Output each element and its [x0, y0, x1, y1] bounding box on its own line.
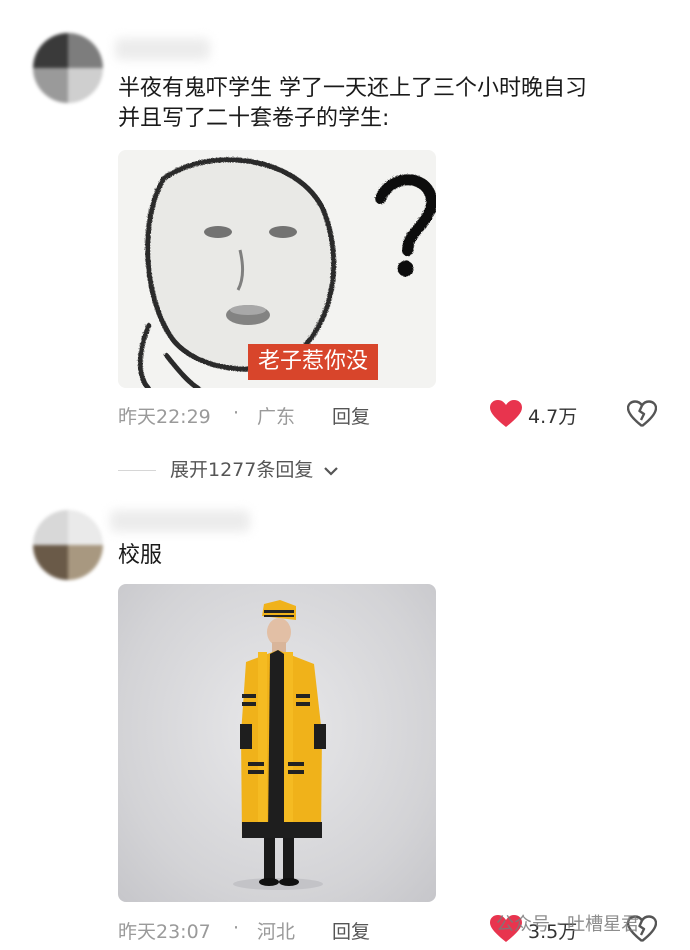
avatar[interactable]: [33, 510, 103, 580]
comment-time: 昨天22:29: [118, 406, 211, 428]
meme-caption: 老子惹你没: [248, 344, 379, 380]
divider-line: [118, 470, 156, 471]
chevron-down-icon: [324, 466, 339, 476]
username-blurred[interactable]: [115, 38, 210, 60]
comment-location: 广东: [257, 406, 296, 428]
heart-like-icon[interactable]: [490, 400, 522, 432]
expand-replies-label: 展开1277条回复: [170, 459, 314, 481]
meme-image[interactable]: 老子惹你没: [118, 150, 436, 388]
dislike-broken-heart-icon[interactable]: [626, 400, 658, 432]
comment-time: 昨天23:07: [118, 921, 211, 943]
reply-button[interactable]: 回复: [332, 402, 370, 429]
watermark-text: 公众号 · 吐槽星君: [496, 914, 640, 935]
like-count: 4.7万: [528, 406, 578, 428]
expand-replies-button[interactable]: 展开1277条回复: [118, 455, 339, 482]
comment-text-line: 并且写了二十套卷子的学生:: [118, 106, 390, 131]
avatar[interactable]: [33, 33, 103, 103]
uniform-photo[interactable]: [118, 584, 436, 902]
comment-text: 校服: [118, 543, 163, 568]
comment-text: 半夜有鬼吓学生 学了一天还上了三个小时晚自习 并且写了二十套卷子的学生:: [118, 74, 587, 134]
comment-text-line: 半夜有鬼吓学生 学了一天还上了三个小时晚自习: [118, 76, 587, 101]
username-blurred[interactable]: [110, 510, 250, 532]
meta-separator: ·: [233, 917, 240, 939]
meta-separator: ·: [233, 402, 240, 424]
comment-location: 河北: [257, 921, 296, 943]
reply-button[interactable]: 回复: [332, 917, 370, 944]
robe-figure-drawing: [233, 600, 326, 890]
